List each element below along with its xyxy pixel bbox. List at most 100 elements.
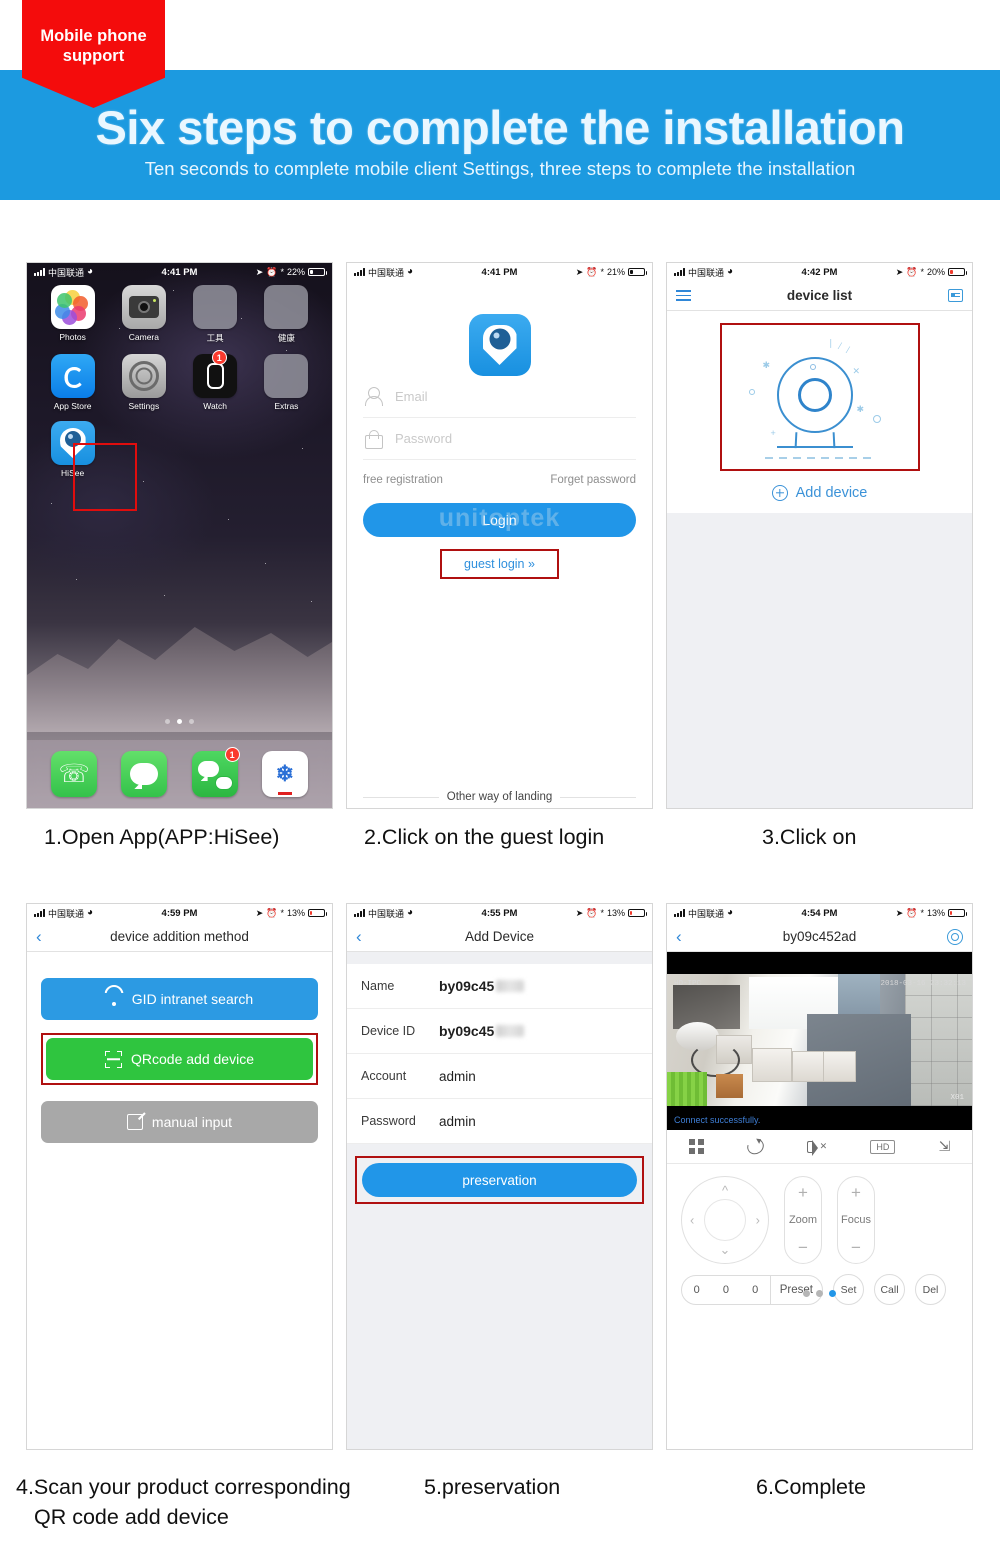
manual-input-button[interactable]: manual input (41, 1101, 318, 1143)
app-folder-extras[interactable]: Extras (251, 354, 322, 411)
nav-bar: ‹ by09c452ad (667, 922, 972, 952)
form-row-account[interactable]: Account admin (347, 1054, 652, 1099)
control-page-dots (667, 1290, 972, 1297)
ptz-dpad[interactable]: ^ ⌄ ‹ › (681, 1176, 769, 1264)
chevron-left-icon: ‹ (676, 927, 682, 946)
mute-speaker-icon[interactable]: ✕ (807, 1139, 827, 1156)
app-label: 工具 (206, 333, 224, 343)
form-row-device-id[interactable]: Device ID by09c45 (347, 1009, 652, 1054)
video-player[interactable]: HD-IPC 2018-03-16 23:32:13 X01 Connect s… (667, 952, 972, 1130)
dpad-right-icon[interactable]: › (756, 1214, 760, 1227)
page-dot[interactable] (816, 1290, 823, 1297)
dpad-center[interactable] (704, 1199, 746, 1241)
field-label: Password (361, 1114, 416, 1128)
ribbon-label: Mobile phone support (40, 27, 147, 65)
zoom-in-icon[interactable]: + (798, 1184, 808, 1201)
field-label: Name (361, 979, 395, 993)
status-right: ➤ ⏰ * 13% (255, 907, 327, 919)
alarm-icon: ⏰ (906, 266, 918, 277)
app-label: 健康 (277, 333, 295, 343)
status-right: ➤ ⏰ * 13% (575, 907, 647, 919)
form-row-name[interactable]: Name by09c45 (347, 964, 652, 1009)
back-button[interactable]: ‹ (36, 928, 42, 945)
folder-icon (264, 285, 309, 329)
dpad-up-icon[interactable]: ^ (722, 1184, 728, 1197)
free-registration-link[interactable]: free registration (363, 474, 443, 486)
dpad-down-icon[interactable]: ⌄ (720, 1243, 731, 1256)
location-icon: ➤ (255, 907, 264, 918)
device-doc-button[interactable] (948, 289, 963, 302)
header-banner: Six steps to complete the installation T… (0, 70, 1000, 200)
alarm-icon: ⏰ (586, 266, 598, 277)
phone-screenshot-step3: 中国联通 ◕ 4:42 PM ➤ ⏰ * 20% device list ✱ ✕… (666, 262, 973, 809)
preservation-button[interactable]: preservation (362, 1163, 637, 1197)
app-folder-health[interactable]: 健康 (251, 285, 322, 344)
zoom-control[interactable]: + Zoom − (784, 1176, 822, 1264)
button-label: GID intranet search (131, 991, 254, 1007)
back-button[interactable]: ‹ (676, 928, 682, 945)
app-icon-camera[interactable]: Camera (108, 285, 179, 344)
alarm-icon: ⏰ (266, 266, 278, 277)
guest-login-wrap: guest login » (363, 549, 636, 579)
caption-step-2: 2.Click on the guest login (364, 825, 605, 849)
email-field[interactable]: Email (363, 376, 636, 418)
settings-button[interactable] (947, 928, 963, 945)
ios-dock: ☏ 1 ❄ (27, 740, 332, 808)
focus-in-icon[interactable]: + (851, 1184, 861, 1201)
installation-guide-page: Six steps to complete the installation T… (0, 0, 1000, 1568)
ios-home-screen: 中国联通 ◕ 4:41 PM ➤ ⏰ * 22% Photos Camera 工… (27, 263, 332, 808)
phone-screenshot-step6: 中国联通 ◕ 4:54 PM ➤ ⏰ * 13% ‹ by09c452ad HD… (666, 903, 973, 1450)
caption-line-1: 4.Scan your product corresponding (16, 1475, 351, 1499)
battery-icon (948, 268, 967, 276)
add-device-button[interactable]: Add device (667, 485, 972, 501)
form-row-password[interactable]: Password admin (347, 1099, 652, 1144)
caption-step-3: 3.Click on (762, 825, 857, 849)
focus-out-icon[interactable]: − (851, 1239, 861, 1256)
status-bar: 中国联通 ◕ 4:55 PM ➤ ⏰ * 13% (347, 904, 652, 922)
refresh-icon[interactable] (744, 1135, 767, 1158)
status-right: ➤ ⏰ * 13% (896, 908, 967, 919)
login-button[interactable]: Login (363, 503, 636, 537)
dock-item-baidu[interactable]: ❄ (261, 751, 308, 797)
status-right: ➤ ⏰ * 20% (896, 266, 967, 278)
quality-hd-button[interactable]: HD (870, 1139, 896, 1154)
zoom-out-icon[interactable]: − (798, 1239, 808, 1256)
app-icon-settings[interactable]: Settings (108, 354, 179, 411)
battery-percent: 13% (286, 908, 305, 918)
app-icon-appstore[interactable]: Ｃ App Store (37, 354, 108, 411)
multiview-grid-icon[interactable] (688, 1139, 704, 1154)
forget-password-link[interactable]: Forget password (550, 474, 636, 486)
field-label: Device ID (361, 1024, 416, 1038)
app-folder-tools[interactable]: 工具 (180, 285, 251, 344)
dock-item-phone[interactable]: ☏ (51, 751, 98, 797)
guest-login-link[interactable]: guest login » (464, 557, 535, 571)
phone-screenshot-step5: 中国联通 ◕ 4:55 PM ➤ ⏰ * 13% ‹ Add Device Na… (346, 903, 653, 1450)
folder-icon (193, 285, 238, 329)
alarm-icon: ⏰ (586, 907, 598, 918)
wallpaper-mountain (27, 627, 332, 732)
dock-item-messages[interactable] (121, 751, 168, 797)
page-dot-active[interactable] (829, 1290, 836, 1297)
app-icon-photos[interactable]: Photos (37, 285, 108, 344)
focus-control[interactable]: + Focus − (837, 1176, 875, 1264)
dock-item-wechat[interactable]: 1 (191, 747, 240, 797)
status-bar: 中国联通 ◕ 4:59 PM ➤ ⏰ * 13% (27, 904, 332, 922)
ptz-top-row: ^ ⌄ ‹ › + Zoom − + Focus − (681, 1176, 958, 1264)
nav-title: device addition method (110, 929, 249, 944)
qrcode-add-device-button[interactable]: QRcode add device (46, 1038, 313, 1080)
caption-step-5: 5.preservation (424, 1475, 561, 1499)
caption-step-1: 1.Open App(APP:HiSee) (44, 825, 280, 849)
page-dot[interactable] (803, 1290, 810, 1297)
app-label: Settings (128, 401, 160, 411)
fullscreen-expand-icon[interactable]: ⇲ (939, 1138, 951, 1155)
back-button[interactable]: ‹ (356, 928, 362, 945)
gid-intranet-search-button[interactable]: GID intranet search (41, 978, 318, 1020)
app-icon-watch[interactable]: 1 Watch (180, 350, 251, 411)
dpad-left-icon[interactable]: ‹ (690, 1214, 694, 1227)
menu-button[interactable] (676, 290, 691, 301)
user-icon (363, 386, 383, 407)
location-icon: ➤ (575, 907, 584, 918)
login-screen: unitoptek Email Password free registrati… (347, 314, 652, 808)
location-icon: ➤ (255, 266, 264, 277)
password-field[interactable]: Password (363, 418, 636, 460)
